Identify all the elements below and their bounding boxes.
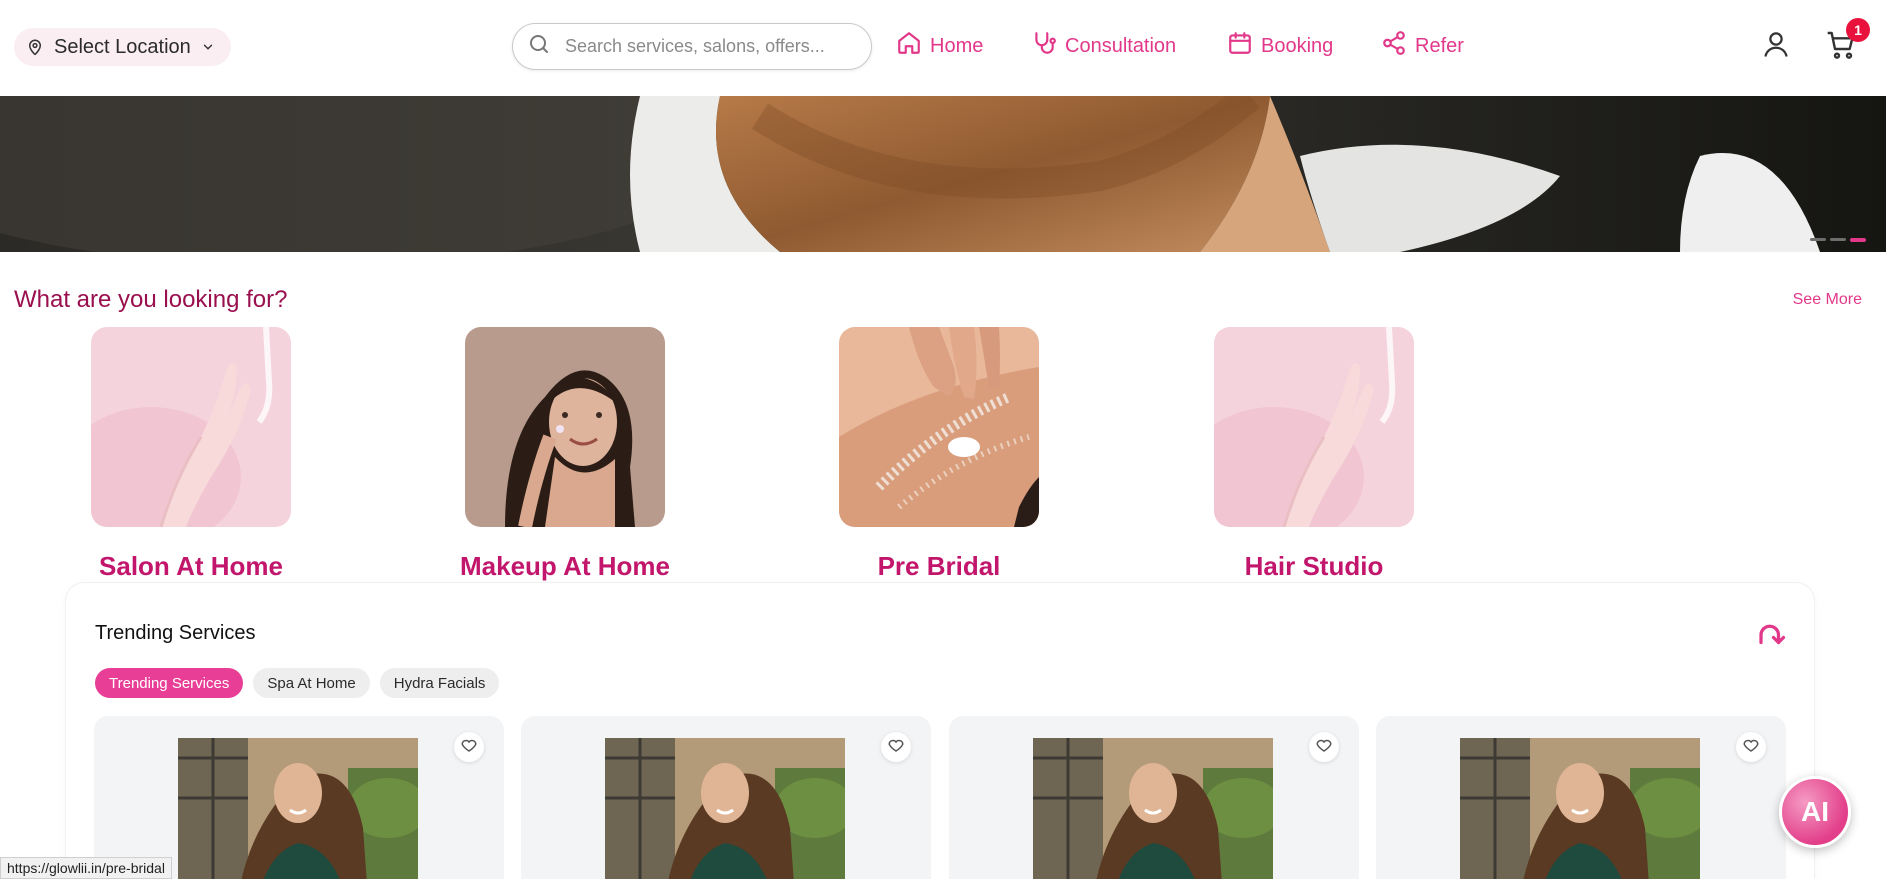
category-hair-studio[interactable]: Hair Studio <box>1214 327 1414 581</box>
chevron-down-icon <box>201 40 215 54</box>
ai-assistant-button[interactable]: AI <box>1779 776 1851 848</box>
section-title-looking-for: What are you looking for? <box>14 286 288 313</box>
service-card[interactable] <box>1376 716 1786 879</box>
status-bar-url: https://glowlii.in/pre-bridal <box>0 857 172 879</box>
service-card[interactable] <box>949 716 1359 879</box>
nav-consultation-label: Consultation <box>1065 34 1177 57</box>
nav-booking-label: Booking <box>1261 34 1334 57</box>
category-image <box>839 327 1039 527</box>
category-pre-bridal[interactable]: Pre Bridal <box>839 327 1039 581</box>
service-card[interactable] <box>94 716 504 879</box>
service-image <box>605 738 845 879</box>
stethoscope-icon <box>1031 30 1057 62</box>
see-more-link[interactable]: See More <box>1793 291 1862 309</box>
trending-tabs: Trending Services Spa At Home Hydra Faci… <box>95 668 500 698</box>
location-selector[interactable]: Select Location <box>14 28 231 66</box>
nav-home[interactable]: Home <box>896 30 983 62</box>
hero-image <box>0 96 1886 252</box>
map-pin-icon <box>26 37 44 57</box>
category-salon-at-home[interactable]: Salon At Home <box>91 327 291 581</box>
user-icon <box>1761 29 1791 64</box>
share-icon <box>1381 30 1407 62</box>
category-label: Salon At Home <box>99 551 283 581</box>
carousel-indicators <box>1810 238 1866 242</box>
service-card[interactable] <box>521 716 931 879</box>
redo-arrow-icon[interactable] <box>1756 620 1786 655</box>
calendar-icon <box>1227 30 1253 62</box>
category-label: Hair Studio <box>1244 551 1384 581</box>
category-image <box>91 327 291 527</box>
wishlist-button[interactable] <box>454 732 484 762</box>
carousel-dot[interactable] <box>1830 238 1846 241</box>
search-icon <box>527 32 551 61</box>
heart-icon <box>460 736 478 759</box>
nav-refer[interactable]: Refer <box>1381 30 1464 62</box>
category-image <box>1214 327 1414 527</box>
nav-home-label: Home <box>930 34 984 57</box>
service-image <box>178 738 418 879</box>
heart-icon <box>1315 736 1333 759</box>
heart-icon <box>887 736 905 759</box>
carousel-dot[interactable] <box>1810 238 1826 241</box>
search-input[interactable] <box>565 36 845 57</box>
service-image <box>1460 738 1700 879</box>
tab-spa-at-home[interactable]: Spa At Home <box>253 668 370 698</box>
tab-hydra-facials[interactable]: Hydra Facials <box>379 668 500 698</box>
top-header: Select Location Home Consultation Bookin… <box>0 0 1886 96</box>
heart-icon <box>1742 736 1760 759</box>
trending-services-title: Trending Services <box>95 622 256 644</box>
nav-booking[interactable]: Booking <box>1227 30 1333 62</box>
tab-trending-services[interactable]: Trending Services <box>95 668 244 698</box>
search-bar[interactable] <box>512 23 872 70</box>
home-icon <box>896 30 922 62</box>
nav-consultation[interactable]: Consultation <box>1031 30 1176 62</box>
service-image <box>1033 738 1273 879</box>
hero-banner[interactable] <box>0 96 1886 252</box>
profile-button[interactable] <box>1760 30 1792 62</box>
wishlist-button[interactable] <box>1736 732 1766 762</box>
carousel-dot-active[interactable] <box>1850 238 1866 242</box>
category-makeup-at-home[interactable]: Makeup At Home <box>460 327 670 581</box>
category-label: Pre Bridal <box>877 551 1001 581</box>
wishlist-button[interactable] <box>881 732 911 762</box>
category-label: Makeup At Home <box>460 551 670 581</box>
cart-count-badge: 1 <box>1846 18 1870 42</box>
location-label: Select Location <box>54 35 191 58</box>
wishlist-button[interactable] <box>1309 732 1339 762</box>
category-image <box>465 327 665 527</box>
nav-refer-label: Refer <box>1415 34 1464 57</box>
